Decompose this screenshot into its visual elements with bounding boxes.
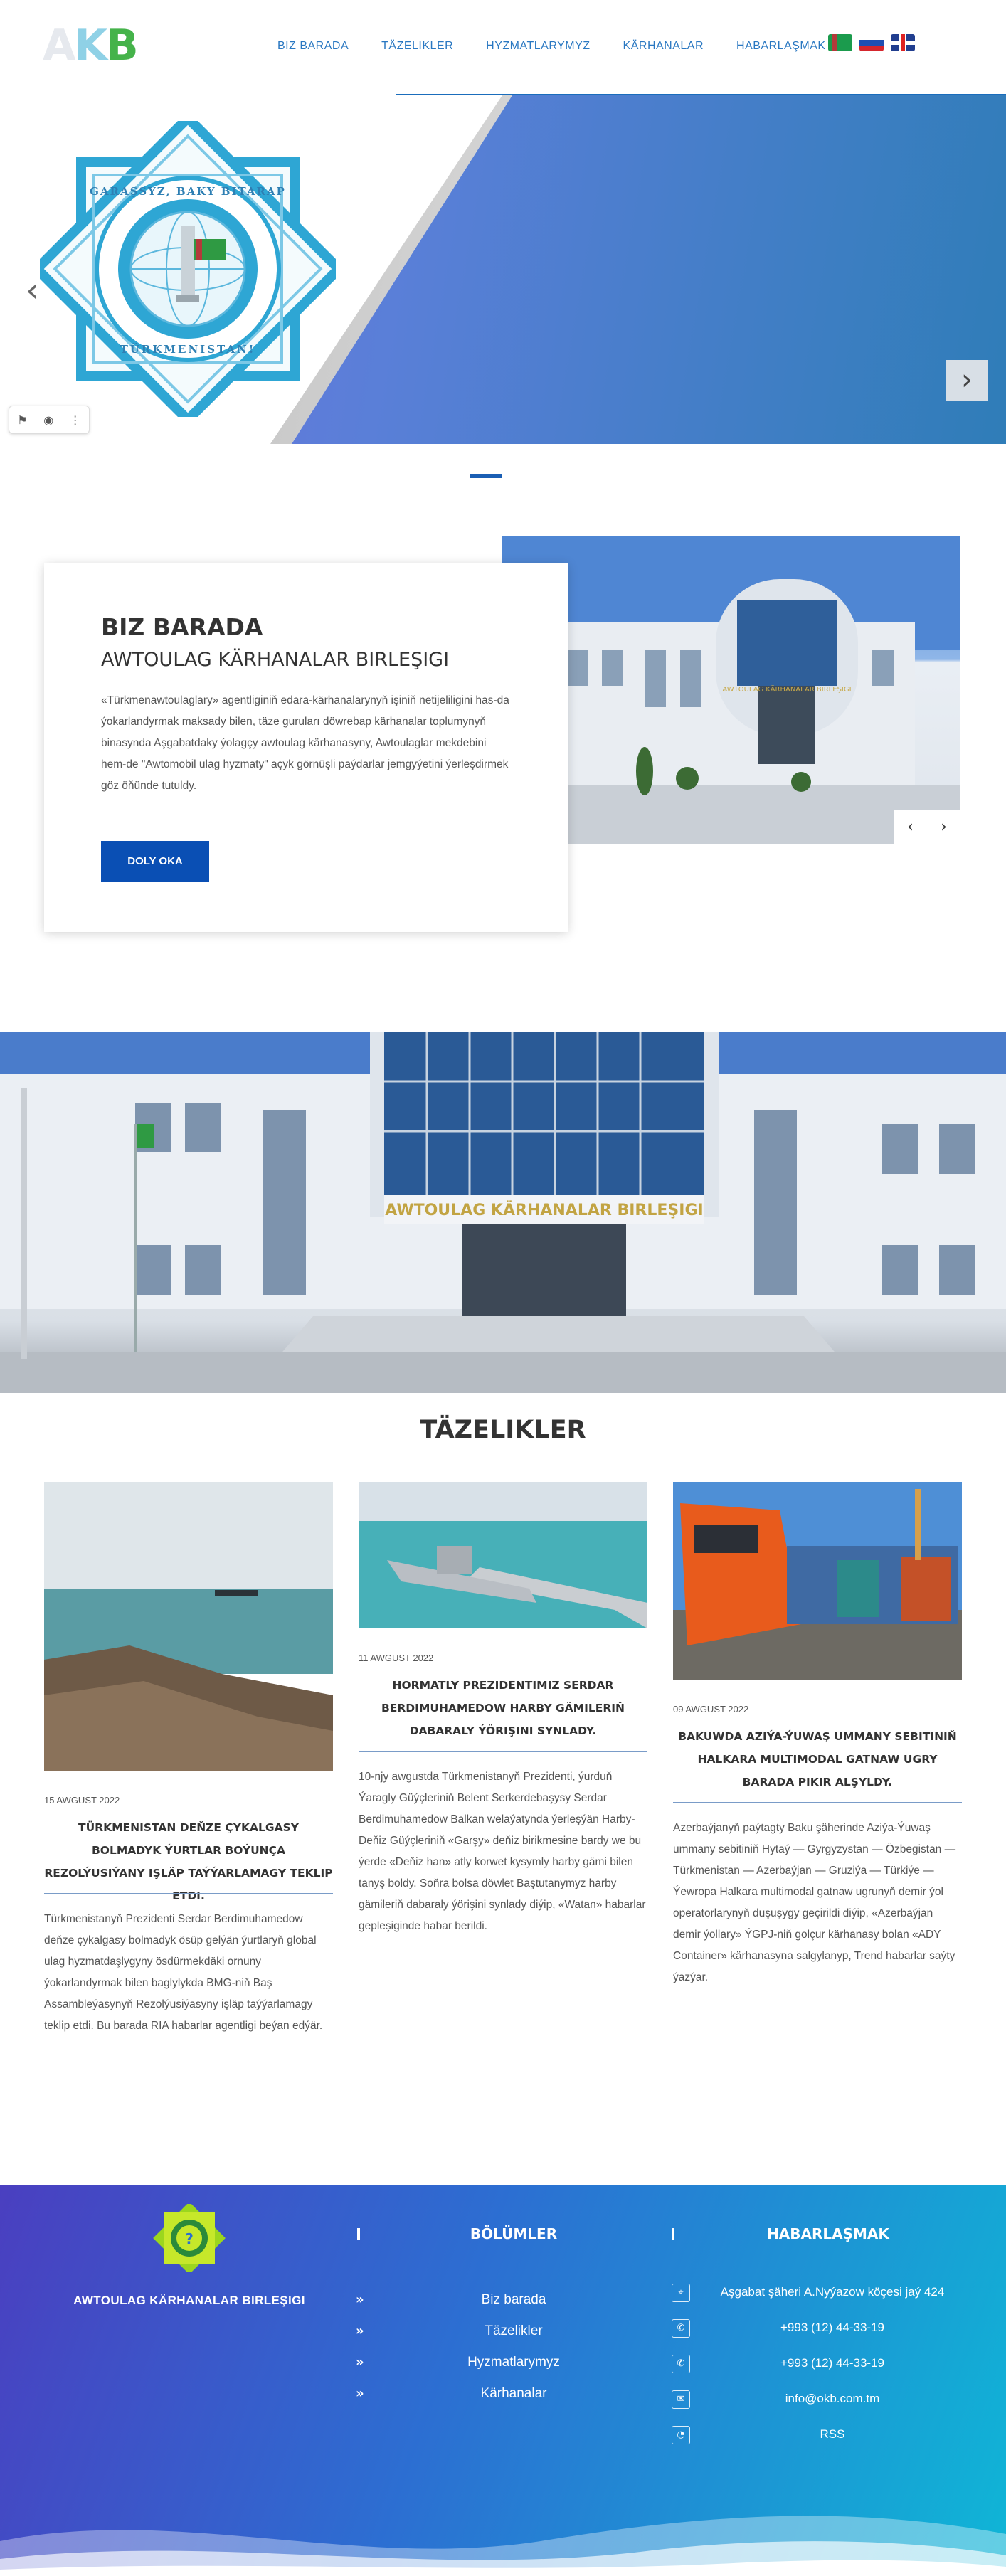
nav-hyzmatlarymyz[interactable]: HYZMATLARYMYZ: [486, 40, 590, 53]
footer-link-biz-barada[interactable]: Biz barada: [407, 2292, 620, 2308]
bookmark-icon[interactable]: ⚑: [17, 413, 27, 427]
hero-prev-button[interactable]: ‹: [26, 273, 39, 307]
svg-text:GARAŞSYZ, BAKY BITARAP: GARAŞSYZ, BAKY BITARAP: [90, 185, 286, 198]
svg-text:AWTOULAG KÄRHANALAR BIRLEŞIGI: AWTOULAG KÄRHANALAR BIRLEŞIGI: [722, 684, 851, 694]
chevron-right-icon[interactable]: ›: [941, 818, 947, 836]
nav-karhanalar[interactable]: KÄRHANALAR: [623, 40, 704, 53]
nav-tazelikler[interactable]: TÄZELIKLER: [381, 40, 453, 53]
section-marker: [672, 2228, 674, 2240]
footer-sections-heading: BÖLÜMLER: [470, 2225, 558, 2242]
logo-letter-b: B: [105, 21, 139, 70]
svg-text:AWTOULAG KÄRHANALAR BIRLEŞIGI: AWTOULAG KÄRHANALAR BIRLEŞIGI: [385, 1201, 703, 1219]
language-switcher: [828, 34, 915, 51]
news-image-train[interactable]: [673, 1482, 962, 1680]
section-marker: [357, 2228, 360, 2240]
news-date: 09 AWGUST 2022: [673, 1704, 749, 1714]
main-nav: BIZ BARADA TÄZELIKLER HYZMATLARYMYZ KÄRH…: [277, 40, 859, 53]
flag-uk-icon[interactable]: [891, 34, 915, 51]
image-toolbar: ⚑ ◉ ⋮: [9, 406, 90, 434]
chevron-double-right-icon: »: [356, 2355, 364, 2370]
footer-link-tazelikler[interactable]: Täzelikler: [407, 2323, 620, 2339]
logo-letter-a: A: [43, 21, 75, 70]
site-footer: ? AWTOULAG KÄRHANALAR BIRLEŞIGI BÖLÜMLER…: [0, 2185, 1006, 2576]
building-banner-image: AWTOULAG KÄRHANALAR BIRLEŞIGI: [0, 1032, 1006, 1393]
hero-slider: GARAŞSYZ, BAKY BITARAP TÜRKMENISTAN! ‹ ›: [0, 95, 1006, 444]
news-divider: [673, 1802, 962, 1803]
footer-phone-2[interactable]: +993 (12) 44-33-19: [683, 2356, 982, 2370]
hero-next-button[interactable]: ›: [946, 360, 988, 401]
svg-text:TÜRKMENISTAN!: TÜRKMENISTAN!: [120, 342, 256, 356]
news-image-ship[interactable]: [359, 1482, 647, 1628]
footer-link-karhanalar[interactable]: Kärhanalar: [407, 2386, 620, 2402]
chevron-left-icon[interactable]: ‹: [907, 818, 914, 836]
news-title[interactable]: HORMATLY PREZIDENTIMIZ SERDAR BERDIMUHAM…: [359, 1674, 647, 1742]
news-title[interactable]: BAKUWDA AZIÝA-ÝUWAŞ UMMANY SEBITINIŇ HAL…: [673, 1725, 962, 1793]
read-more-button[interactable]: DOLY OKA: [101, 841, 209, 882]
footer-link-hyzmatlarymyz[interactable]: Hyzmatlarymyz: [407, 2355, 620, 2370]
chevron-double-right-icon: »: [356, 2292, 364, 2307]
emblem-image: GARAŞSYZ, BAKY BITARAP TÜRKMENISTAN!: [40, 121, 336, 417]
news-body: 10-njy awgustda Türkmenistanyň Prezident…: [359, 1771, 646, 1932]
footer-emblem-icon[interactable]: ?: [147, 2204, 232, 2272]
flag-russia-icon[interactable]: [859, 34, 884, 51]
about-slider-nav: ‹ ›: [894, 810, 960, 844]
camera-icon[interactable]: ◉: [43, 413, 53, 427]
news-heading: TÄZELIKLER: [420, 1416, 586, 1444]
about-subtitle: AWTOULAG KÄRHANALAR BIRLEŞIGI: [101, 649, 450, 671]
more-vertical-icon[interactable]: ⋮: [70, 413, 81, 427]
footer-rss[interactable]: RSS: [683, 2427, 982, 2442]
about-title: BIZ BARADA: [101, 613, 263, 641]
about-text: «Türkmenawtoulaglary» agentliginiň edara…: [101, 694, 509, 792]
site-header: AKB BIZ BARADA TÄZELIKLER HYZMATLARYMYZ …: [0, 0, 1006, 96]
news-date: 15 AWGUST 2022: [44, 1795, 120, 1806]
nav-habarlasmak[interactable]: HABARLAŞMAK: [736, 40, 826, 53]
news-image-coast[interactable]: [44, 1482, 333, 1771]
news-divider: [359, 1751, 647, 1752]
chevron-double-right-icon: »: [356, 2386, 364, 2401]
flag-turkmenistan-icon[interactable]: [828, 34, 852, 51]
news-divider: [44, 1893, 333, 1894]
site-logo[interactable]: AKB: [43, 21, 139, 70]
chevron-double-right-icon: »: [356, 2323, 364, 2338]
footer-phone-1[interactable]: +993 (12) 44-33-19: [683, 2321, 982, 2335]
footer-email[interactable]: info@okb.com.tm: [683, 2392, 982, 2406]
about-building-photo: AWTOULAG KÄRHANALAR BIRLEŞIGI: [502, 536, 960, 844]
logo-letter-k: K: [74, 21, 107, 70]
footer-contact-heading: HABARLAŞMAK: [767, 2225, 889, 2242]
about-card: BIZ BARADA AWTOULAG KÄRHANALAR BIRLEŞIGI…: [44, 563, 568, 932]
nav-biz-barada[interactable]: BIZ BARADA: [277, 40, 349, 53]
news-date: 11 AWGUST 2022: [359, 1653, 434, 1663]
footer-address: Aşgabat şäheri A.Nyýazow köçesi jaý 424: [720, 2285, 945, 2299]
slider-indicator[interactable]: [470, 474, 502, 478]
svg-text:?: ?: [185, 2230, 194, 2247]
news-body: Azerbaýjanyň paýtagty Baku şäherinde Azi…: [673, 1822, 956, 1983]
news-body: Türkmenistanyň Prezidenti Serdar Berdimu…: [44, 1913, 323, 2032]
footer-waves: [0, 2516, 1006, 2576]
footer-org-name: AWTOULAG KÄRHANALAR BIRLEŞIGI: [73, 2294, 305, 2307]
